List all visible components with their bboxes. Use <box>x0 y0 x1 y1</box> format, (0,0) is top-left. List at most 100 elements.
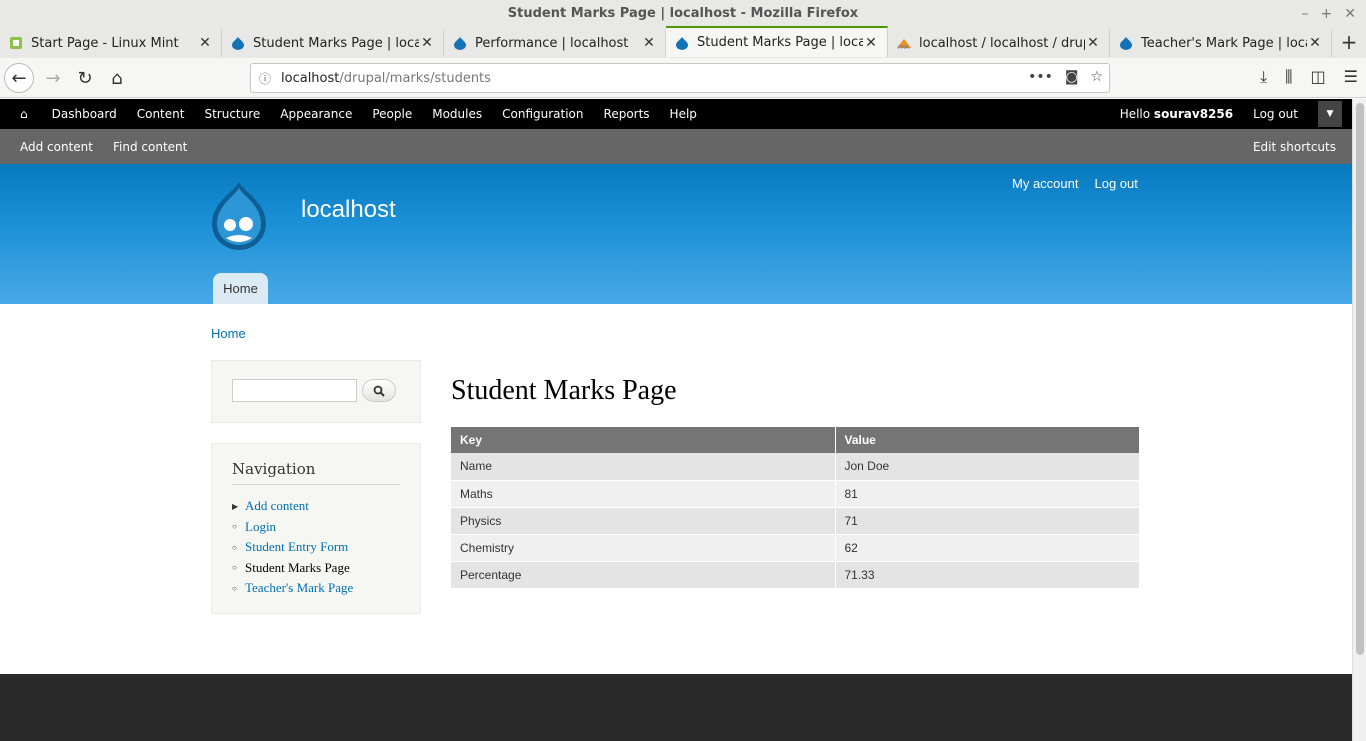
tab-teachers-mark[interactable]: Teacher's Mark Page | localh ✕ <box>1110 29 1332 57</box>
forward-button[interactable]: → <box>38 63 68 93</box>
navigation-list: ▶ Add content ○ Login ○ Student Entry Form … <box>232 496 353 599</box>
close-tab-icon[interactable]: ✕ <box>197 35 213 51</box>
menu-icon[interactable]: ☰ <box>1344 67 1358 87</box>
info-icon[interactable]: ⓘ <box>259 70 271 87</box>
new-tab-button[interactable]: + <box>1332 28 1366 56</box>
tab-label: Teacher's Mark Page | localh <box>1141 35 1307 51</box>
tab-label: Student Marks Page | localho <box>253 35 419 51</box>
page-actions-icon[interactable]: ••• <box>1028 69 1053 85</box>
table-header-row: Key Value <box>451 427 1140 453</box>
nav-item-student-marks-page[interactable]: ○ Student Marks Page <box>232 558 353 579</box>
tab-start-page[interactable]: Start Page - Linux Mint ✕ <box>0 29 222 57</box>
cell-value: 81 <box>835 480 1140 508</box>
close-window-icon[interactable]: ✕ <box>1344 0 1356 28</box>
nav-link[interactable]: Add content <box>245 498 309 514</box>
cell-key: Percentage <box>451 561 836 589</box>
shortcuts-toggle-icon[interactable]: ▼ <box>1318 101 1342 127</box>
navigation-block: Navigation ▶ Add content ○ Login ○ Student … <box>211 443 421 614</box>
reload-button[interactable]: ↻ <box>70 63 100 93</box>
admin-modules[interactable]: Modules <box>422 107 492 121</box>
svg-text:PMA: PMA <box>898 45 909 50</box>
scrollbar-thumb[interactable] <box>1356 103 1364 655</box>
search-input[interactable] <box>232 379 357 402</box>
table-row: Physics 71 <box>451 507 1140 535</box>
secondary-menu: My account Log out <box>1004 176 1146 191</box>
download-icon[interactable]: ⤓ <box>1260 67 1267 87</box>
my-account-link[interactable]: My account <box>1004 176 1086 191</box>
shortcut-add-content[interactable]: Add content <box>0 140 103 154</box>
nav-item-add-content[interactable]: ▶ Add content <box>232 496 353 517</box>
back-button[interactable]: ← <box>4 63 34 93</box>
site-name[interactable]: localhost <box>301 196 396 224</box>
home-icon[interactable]: ⌂ <box>0 107 42 121</box>
admin-appearance[interactable]: Appearance <box>270 107 362 121</box>
admin-content[interactable]: Content <box>127 107 195 121</box>
tab-label: Start Page - Linux Mint <box>31 35 179 51</box>
window-title: Student Marks Page | localhost - Mozilla… <box>507 6 859 21</box>
minimize-icon[interactable]: – <box>1302 0 1309 28</box>
page-title: Student Marks Page <box>451 375 677 406</box>
admin-dashboard[interactable]: Dashboard <box>42 107 127 121</box>
drupal-icon <box>452 35 468 51</box>
pocket-icon[interactable]: ◙ <box>1065 69 1079 85</box>
main-menu-home-tab[interactable]: Home <box>213 273 268 304</box>
close-tab-icon[interactable]: ✕ <box>1307 35 1323 51</box>
column-header-value: Value <box>835 427 1140 453</box>
nav-link[interactable]: Teacher's Mark Page <box>245 580 353 596</box>
username: sourav8256 <box>1153 107 1234 121</box>
cell-key: Chemistry <box>451 534 836 562</box>
nav-item-teachers-mark-page[interactable]: ○ Teacher's Mark Page <box>232 578 353 599</box>
table-row: Chemistry 62 <box>451 534 1140 562</box>
edit-shortcuts-link[interactable]: Edit shortcuts <box>1243 140 1352 154</box>
navigation-bar: ← → ↻ ⌂ ⓘ localhost/drupal/marks/student… <box>0 58 1366 98</box>
tab-student-marks-active[interactable]: Student Marks Page | localho ✕ <box>666 26 888 57</box>
breadcrumb[interactable]: Home <box>211 326 246 341</box>
admin-help[interactable]: Help <box>660 107 707 121</box>
cell-key: Maths <box>451 480 836 508</box>
cell-key: Name <box>451 453 836 481</box>
drupal-logo-icon[interactable] <box>206 180 272 252</box>
url-bar[interactable]: ⓘ localhost/drupal/marks/students ••• ◙ … <box>250 63 1110 93</box>
admin-structure[interactable]: Structure <box>194 107 270 121</box>
table-row: Percentage 71.33 <box>451 561 1140 589</box>
tab-label: Performance | localhost <box>475 35 629 51</box>
tab-performance[interactable]: Performance | localhost ✕ <box>444 29 666 57</box>
drupal-icon <box>230 35 246 51</box>
admin-people[interactable]: People <box>362 107 422 121</box>
nav-item-login[interactable]: ○ Login <box>232 517 353 538</box>
close-tab-icon[interactable]: ✕ <box>863 35 879 51</box>
admin-configuration[interactable]: Configuration <box>492 107 593 121</box>
shortcut-find-content[interactable]: Find content <box>103 140 197 154</box>
nav-link[interactable]: Student Marks Page <box>245 560 350 576</box>
table-row: Name Jon Doe <box>451 453 1140 481</box>
circle-bullet-icon: ○ <box>232 542 237 552</box>
tab-phpmyadmin[interactable]: PMA localhost / localhost / drupal ✕ <box>888 29 1110 57</box>
tab-student-marks-1[interactable]: Student Marks Page | localho ✕ <box>222 29 444 57</box>
nav-link[interactable]: Login <box>245 519 276 535</box>
cell-value: 71.33 <box>835 561 1140 589</box>
close-tab-icon[interactable]: ✕ <box>419 35 435 51</box>
tab-label: localhost / localhost / drupal <box>919 35 1085 51</box>
search-button[interactable] <box>362 379 396 402</box>
bookmark-star-icon[interactable]: ☆ <box>1090 69 1103 85</box>
admin-logout-link[interactable]: Log out <box>1233 107 1308 121</box>
logout-link[interactable]: Log out <box>1086 176 1145 191</box>
toolbar-right: ⤓ ⫼ ◫ ☰ <box>1260 67 1358 87</box>
library-icon[interactable]: ⫼ <box>1285 67 1292 87</box>
home-button[interactable]: ⌂ <box>102 63 132 93</box>
column-header-key: Key <box>451 427 836 453</box>
admin-toolbar: ⌂ Dashboard Content Structure Appearance… <box>0 99 1352 129</box>
nav-link[interactable]: Student Entry Form <box>245 539 348 555</box>
tab-strip: Start Page - Linux Mint ✕ Student Marks … <box>0 26 1366 58</box>
cell-value: 71 <box>835 507 1140 535</box>
circle-bullet-icon: ○ <box>232 563 237 573</box>
maximize-icon[interactable]: + <box>1321 0 1333 28</box>
close-tab-icon[interactable]: ✕ <box>1085 35 1101 51</box>
window-titlebar: Student Marks Page | localhost - Mozilla… <box>0 0 1366 28</box>
admin-reports[interactable]: Reports <box>594 107 660 121</box>
close-tab-icon[interactable]: ✕ <box>641 35 657 51</box>
page-scrollbar[interactable] <box>1352 99 1366 741</box>
sidebar-icon[interactable]: ◫ <box>1311 67 1326 87</box>
nav-item-student-entry-form[interactable]: ○ Student Entry Form <box>232 537 353 558</box>
drupal-icon <box>674 35 690 51</box>
